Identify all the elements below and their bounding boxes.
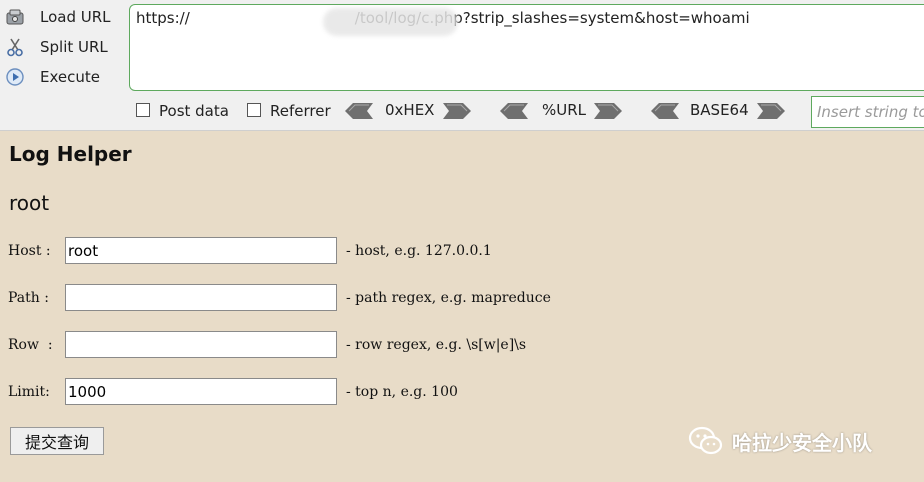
path-hint: - path regex, e.g. mapreduce xyxy=(346,290,551,306)
row-input[interactable] xyxy=(65,331,337,358)
insert-string-input[interactable]: Insert string to xyxy=(811,96,924,128)
watermark-text: 哈拉少安全小队 xyxy=(732,430,872,455)
host-label: Host : xyxy=(8,243,51,259)
hackbar-toolbar: Load URL Split URL Execute https:///tool… xyxy=(0,0,924,131)
load-url-label: Load URL xyxy=(40,8,111,26)
limit-label: Limit: xyxy=(8,384,50,400)
load-url-icon xyxy=(4,6,26,28)
post-data-checkbox[interactable] xyxy=(136,103,150,117)
host-input[interactable] xyxy=(65,237,337,264)
page-title: Log Helper xyxy=(9,142,132,166)
submit-query-button[interactable]: 提交查询 xyxy=(10,427,104,455)
row-hint: - row regex, e.g. \s[w|e]\s xyxy=(346,337,527,353)
referrer-label: Referrer xyxy=(270,102,331,120)
hex-decode-arrow-icon[interactable] xyxy=(345,103,373,119)
split-url-button[interactable]: Split URL xyxy=(4,34,122,60)
url-prefix: https:// xyxy=(136,9,190,27)
row-label: Row : xyxy=(8,337,53,353)
base64-encode-arrow-icon[interactable] xyxy=(757,103,785,119)
split-url-label: Split URL xyxy=(40,38,108,56)
referrer-checkbox[interactable] xyxy=(247,103,261,117)
hex-label: 0xHEX xyxy=(385,101,435,119)
limit-hint: - top n, e.g. 100 xyxy=(346,384,458,400)
base64-decode-arrow-icon[interactable] xyxy=(651,103,679,119)
url-input[interactable]: https:///tool/log/c.php?strip_slashes=sy… xyxy=(129,4,924,91)
base64-label: BASE64 xyxy=(690,101,749,119)
watermark: 哈拉少安全小队 xyxy=(688,424,872,458)
execute-button[interactable]: Execute xyxy=(4,64,122,90)
query-result: root xyxy=(9,191,50,215)
url-encode-label: %URL xyxy=(542,101,587,119)
path-label: Path : xyxy=(8,290,49,306)
url-decode-arrow-icon[interactable] xyxy=(500,103,528,119)
hex-encode-arrow-icon[interactable] xyxy=(443,103,471,119)
insert-string-placeholder: Insert string to xyxy=(817,103,924,121)
wechat-icon xyxy=(688,426,723,455)
load-url-button[interactable]: Load URL xyxy=(4,4,122,30)
scissors-icon xyxy=(4,36,26,58)
play-icon xyxy=(4,66,26,88)
url-encode-arrow-icon[interactable] xyxy=(594,103,622,119)
redacted-host xyxy=(323,8,458,36)
execute-label: Execute xyxy=(40,68,100,86)
host-hint: - host, e.g. 127.0.0.1 xyxy=(346,243,492,259)
limit-input[interactable] xyxy=(65,378,337,405)
path-input[interactable] xyxy=(65,284,337,311)
post-data-label: Post data xyxy=(159,102,229,120)
